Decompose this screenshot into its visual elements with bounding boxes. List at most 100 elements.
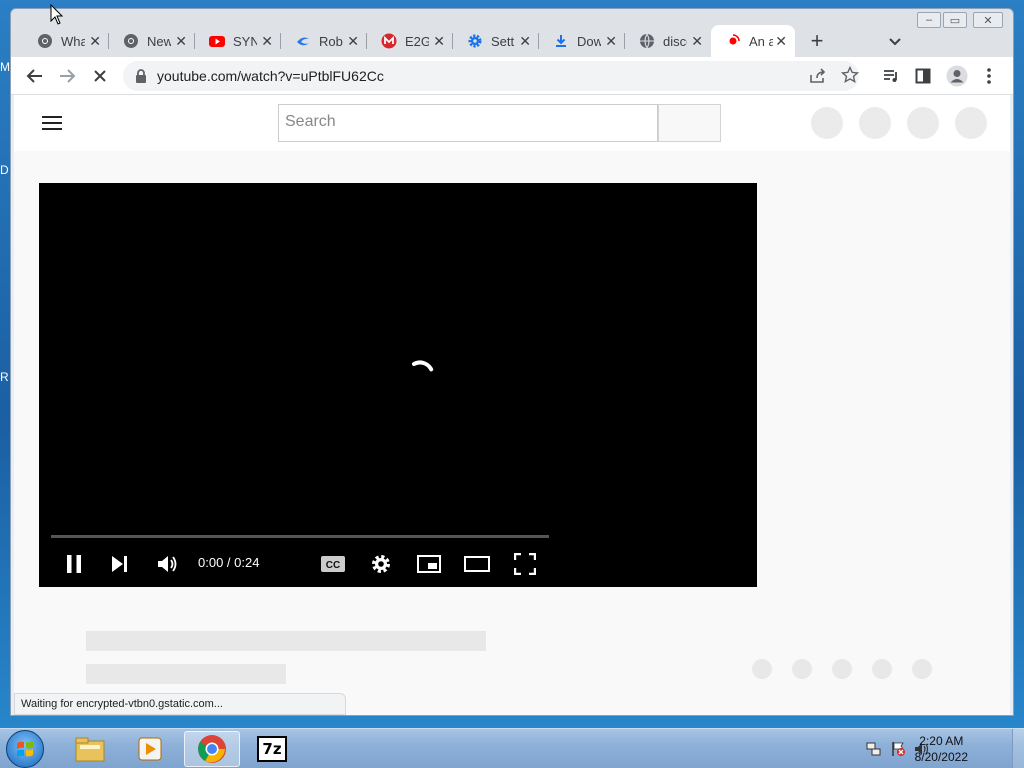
back-button[interactable] — [23, 64, 47, 88]
watch-page: 0:00 / 0:24 CC — [14, 151, 1010, 715]
clock-time: 2:20 AM — [919, 734, 964, 748]
closed-captions-icon[interactable]: CC — [318, 549, 348, 579]
mega-icon — [381, 33, 397, 49]
header-placeholder-icon[interactable] — [859, 107, 891, 139]
video-player[interactable]: 0:00 / 0:24 CC — [39, 183, 757, 587]
action-placeholder — [792, 659, 812, 679]
stop-loading-button[interactable] — [88, 64, 112, 88]
system-clock[interactable]: 2:20 AM 8/20/2022 — [915, 733, 968, 765]
taskbar: 7z 2:20 AM 8/20/2022 — [0, 728, 1024, 768]
media-player-icon[interactable] — [122, 731, 178, 767]
network-icon[interactable] — [866, 741, 882, 757]
7zip-label: 7z — [257, 736, 287, 762]
search-input[interactable]: Search — [278, 104, 658, 142]
browser-toolbar: youtube.com/watch?v=uPtblFU62Cc — [11, 57, 1013, 95]
title-skeleton — [86, 631, 486, 651]
next-video-icon[interactable] — [105, 549, 135, 579]
youtube-loading-icon — [725, 33, 741, 49]
tab-title: Downloads — [577, 33, 601, 49]
tab-search-button[interactable] — [883, 29, 907, 53]
tab-title: Settings — [491, 33, 515, 49]
close-tab-icon[interactable]: ✕ — [347, 33, 359, 50]
hamburger-menu-icon[interactable] — [42, 115, 62, 136]
header-placeholder-icon[interactable] — [907, 107, 939, 139]
chrome-taskbar-icon[interactable] — [184, 731, 240, 767]
minimize-button[interactable]: – — [917, 12, 941, 28]
close-tab-icon[interactable]: ✕ — [261, 33, 273, 50]
volume-icon[interactable] — [153, 549, 183, 579]
desktop-icon-label: D — [0, 163, 9, 177]
7zip-icon[interactable]: 7z — [244, 731, 300, 767]
web-page: Search 0:00 / 0:24 CC Waiting for encryp… — [14, 95, 1010, 715]
bookmark-star-icon[interactable] — [840, 65, 860, 89]
media-queue-icon[interactable] — [879, 64, 903, 88]
tab-synth[interactable]: SYNTH ✕ — [195, 25, 281, 57]
start-button[interactable] — [6, 730, 44, 768]
tab-title: WhatsApp — [61, 33, 85, 49]
close-tab-icon[interactable]: ✕ — [175, 33, 187, 50]
progress-bar[interactable] — [51, 535, 549, 538]
time-display: 0:00 / 0:24 — [198, 555, 260, 570]
globe-icon — [639, 33, 655, 49]
chrome-window: – ▭ ✕ WhatsApp ✕ New Tab ✕ SYNTH ✕ Robot… — [10, 8, 1014, 716]
theater-mode-icon[interactable] — [462, 549, 492, 579]
action-placeholder — [832, 659, 852, 679]
search-button[interactable] — [658, 104, 721, 142]
close-tab-icon[interactable]: ✕ — [691, 33, 703, 50]
tab-robot[interactable]: Robot ✕ — [281, 25, 367, 57]
action-placeholder — [912, 659, 932, 679]
swirl-icon — [295, 33, 311, 49]
tab-e2g[interactable]: E2G ✕ — [367, 25, 453, 57]
show-desktop-button[interactable] — [1012, 729, 1024, 768]
svg-text:CC: CC — [326, 560, 340, 571]
desktop-icon-label: R — [0, 370, 9, 384]
tab-whatsapp[interactable]: WhatsApp ✕ — [23, 25, 109, 57]
gear-icon — [467, 33, 483, 49]
tab-title: New Tab — [147, 33, 171, 49]
restore-button[interactable]: ▭ — [943, 12, 967, 28]
mouse-cursor-icon — [50, 4, 64, 25]
url-text[interactable]: youtube.com/watch?v=uPtblFU62Cc — [157, 68, 384, 84]
side-panel-icon[interactable] — [911, 64, 935, 88]
action-placeholder — [872, 659, 892, 679]
clock-date: 8/20/2022 — [914, 750, 968, 764]
tab-downloads[interactable]: Downloads ✕ — [539, 25, 625, 57]
chrome-icon — [37, 33, 53, 49]
address-bar[interactable]: youtube.com/watch?v=uPtblFU62Cc — [123, 61, 860, 91]
action-placeholder — [752, 659, 772, 679]
forward-button[interactable] — [55, 64, 79, 88]
close-tab-icon[interactable]: ✕ — [519, 33, 531, 50]
tab-title: SYNTH — [233, 33, 257, 49]
tab-discord[interactable]: discord ✕ — [625, 25, 711, 57]
tab-title: Robot — [319, 33, 343, 49]
share-icon[interactable] — [809, 67, 827, 90]
youtube-icon — [209, 33, 225, 49]
profile-avatar-icon[interactable] — [945, 64, 969, 88]
tab-title: E2G — [405, 33, 429, 49]
desktop-icon-label: M — [0, 60, 10, 74]
windows-explorer-icon[interactable] — [62, 731, 118, 767]
windows-logo-icon — [17, 741, 33, 757]
youtube-header: Search — [14, 95, 1010, 151]
action-center-flag-icon[interactable] — [890, 741, 906, 757]
tab-settings[interactable]: Settings ✕ — [453, 25, 539, 57]
kebab-menu-icon[interactable] — [977, 64, 1001, 88]
settings-gear-icon[interactable] — [366, 549, 396, 579]
new-tab-button[interactable]: + — [805, 28, 829, 53]
tab-title: An a — [749, 33, 773, 49]
pause-icon[interactable] — [59, 549, 89, 579]
miniplayer-icon[interactable] — [414, 549, 444, 579]
close-tab-icon[interactable]: ✕ — [605, 33, 617, 50]
close-tab-icon[interactable]: ✕ — [775, 33, 787, 50]
header-placeholder-icon[interactable] — [811, 107, 843, 139]
channel-skeleton — [86, 664, 286, 684]
tab-active-video[interactable]: An a ✕ — [711, 25, 795, 57]
chrome-icon — [123, 33, 139, 49]
fullscreen-icon[interactable] — [510, 549, 540, 579]
close-window-button[interactable]: ✕ — [973, 12, 1003, 28]
tab-new-tab[interactable]: New Tab ✕ — [109, 25, 195, 57]
close-tab-icon[interactable]: ✕ — [89, 33, 101, 50]
header-placeholder-icon[interactable] — [955, 107, 987, 139]
close-tab-icon[interactable]: ✕ — [433, 33, 445, 50]
lock-icon[interactable] — [135, 69, 147, 88]
